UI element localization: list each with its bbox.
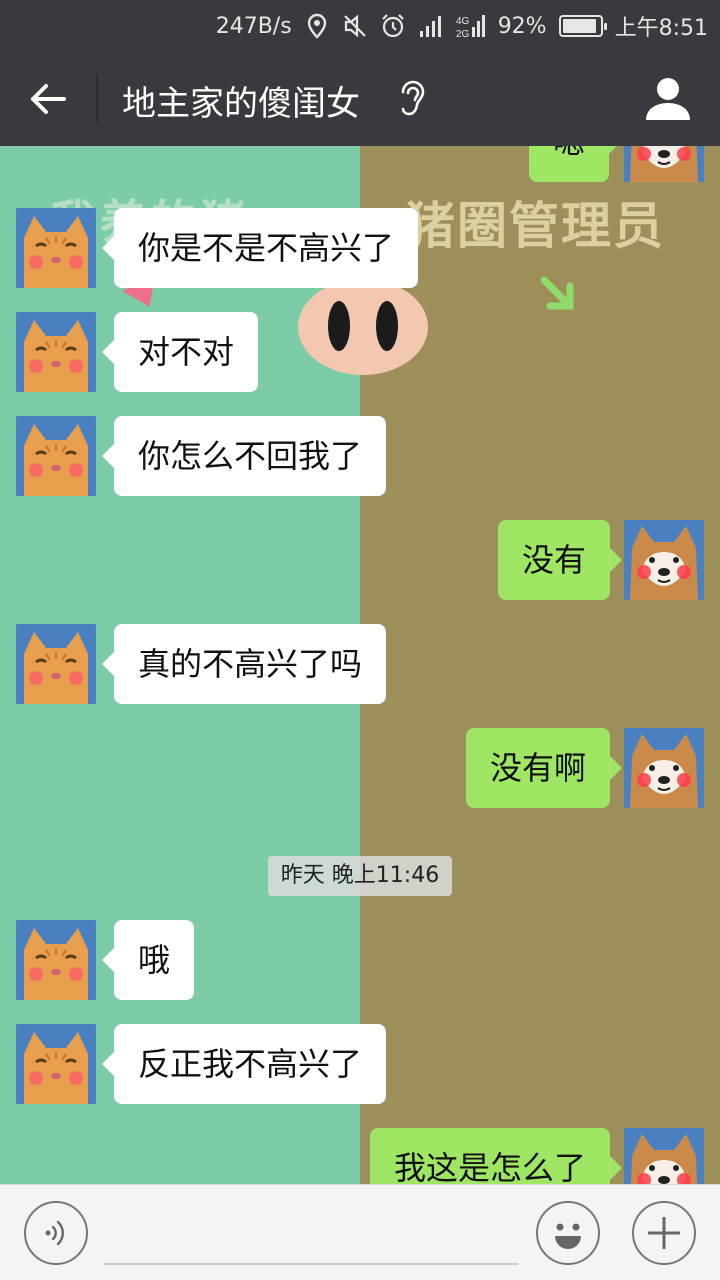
person-icon [646, 78, 690, 120]
avatar-contact[interactable] [16, 624, 96, 704]
status-bar: 247B/s 4G 2G 92% 上午8:51 [0, 0, 720, 52]
message-bubble-received[interactable]: 你怎么不回我了 [101, 416, 387, 496]
avatar-contact[interactable] [16, 920, 96, 1000]
more-button[interactable] [632, 1201, 696, 1265]
network-speed: 247B/s [215, 13, 292, 39]
profile-button[interactable] [644, 74, 692, 122]
wallpaper-text-right: 猪圈管理员 [405, 197, 665, 255]
arrow-left-icon [31, 84, 66, 114]
input-bar [0, 1184, 720, 1280]
chat-header: 地主家的傻闺女 [0, 52, 720, 146]
avatar-self[interactable] [624, 520, 704, 600]
svg-text:4G: 4G [456, 16, 470, 27]
avatar-contact[interactable] [16, 208, 96, 288]
avatar-self[interactable] [624, 1128, 704, 1184]
message-bubble-sent[interactable]: 没有 [498, 520, 623, 600]
message-input[interactable] [104, 1203, 518, 1265]
message-bubble-sent[interactable]: 没有啊 [466, 728, 623, 808]
emoji-button[interactable] [536, 1201, 600, 1265]
wallpaper-arrow-right [540, 276, 574, 310]
plus-icon [648, 1217, 680, 1249]
voice-icon [45, 1220, 64, 1246]
message-bubble-sent[interactable]: 嗯 [529, 146, 622, 182]
network-type-icon: 4G 2G [456, 13, 486, 39]
time-divider: 昨天 晚上11:46 [268, 856, 452, 896]
message-bubble-received[interactable]: 哦 [101, 920, 195, 1000]
location-icon [304, 13, 330, 39]
header-divider [96, 74, 98, 122]
svg-text:2G: 2G [456, 29, 470, 39]
chat-area[interactable]: 我养的猪 猪圈管理员 嗯 你是不是不高兴了 对不对 你怎么不回我了 没有 真的不… [0, 146, 720, 1184]
mute-icon [342, 13, 368, 39]
message-bubble-sent[interactable]: 我这是怎么了 [370, 1128, 623, 1184]
avatar-contact[interactable] [16, 1024, 96, 1104]
ear-icon[interactable] [392, 76, 432, 120]
message-bubble-received[interactable]: 反正我不高兴了 [101, 1024, 387, 1104]
avatar-contact[interactable] [16, 312, 96, 392]
battery-icon [558, 15, 607, 37]
avatar-self[interactable] [624, 146, 704, 182]
avatar-contact[interactable] [16, 416, 96, 496]
battery-percent: 92% [497, 13, 547, 39]
message-bubble-received[interactable]: 真的不高兴了吗 [101, 624, 387, 704]
clock: 上午8:51 [614, 16, 708, 41]
smiley-icon [555, 1223, 581, 1249]
chat-title: 地主家的傻闺女 [122, 84, 360, 124]
message-bubble-received[interactable]: 对不对 [101, 312, 259, 392]
voice-button[interactable] [24, 1201, 88, 1265]
wallpaper-pig-nose [298, 279, 428, 375]
avatar-self[interactable] [624, 728, 704, 808]
signal-icon [418, 13, 444, 39]
alarm-icon [380, 13, 406, 39]
message-bubble-received[interactable]: 你是不是不高兴了 [101, 208, 419, 288]
back-button[interactable] [20, 74, 76, 124]
